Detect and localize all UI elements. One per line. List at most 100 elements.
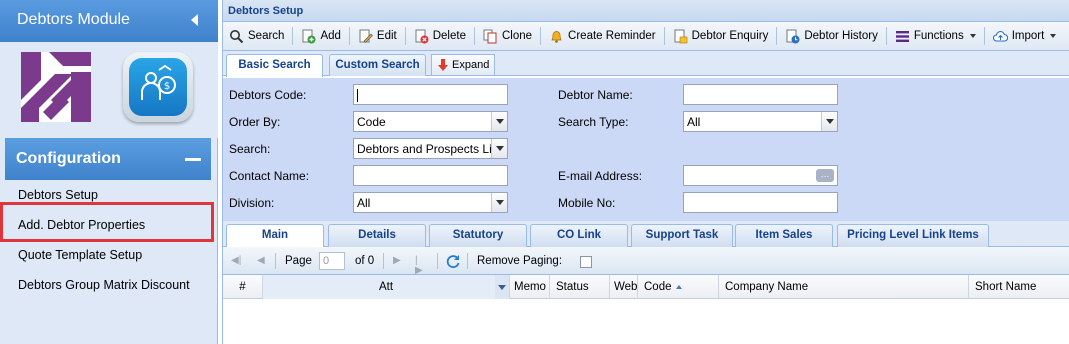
mobile-no-label: Mobile No: <box>558 196 616 210</box>
configuration-section-header[interactable]: Configuration <box>5 138 211 180</box>
contact-name-label: Contact Name: <box>229 169 310 183</box>
page-number-input[interactable]: 0 <box>319 252 345 270</box>
tab-statutory[interactable]: Statutory <box>429 224 527 247</box>
import-menu-button[interactable]: Import <box>989 25 1061 47</box>
cloud-upload-icon <box>992 30 1008 42</box>
division-select[interactable]: All <box>353 192 508 213</box>
chevron-down-icon[interactable] <box>821 112 837 131</box>
last-page-icon[interactable]: |▶ <box>415 256 425 276</box>
company-logo <box>21 52 91 122</box>
tab-basic-search[interactable]: Basic Search <box>226 54 323 77</box>
column-header-att[interactable]: Att <box>263 275 510 299</box>
paging-toolbar: ◀| ◀ Page 0 of 0 ▶ |▶ Remove Paging: <box>223 247 1069 276</box>
search-select[interactable]: Debtors and Prospects Li <box>353 138 508 159</box>
delete-icon <box>415 29 429 43</box>
remove-paging-checkbox[interactable] <box>580 256 592 268</box>
tab-item-sales[interactable]: Item Sales <box>735 224 833 247</box>
remove-paging-label: Remove Paging: <box>477 255 563 267</box>
svg-text:$: $ <box>164 81 170 92</box>
clone-button[interactable]: Clone <box>479 25 536 47</box>
chevron-down-icon <box>969 34 976 38</box>
column-header-memo[interactable]: Memo <box>510 275 550 299</box>
panel-title: Debtors Setup <box>223 0 1069 22</box>
column-header-short-name[interactable]: Short Name <box>969 275 1069 299</box>
bell-icon <box>551 30 562 43</box>
page-count-label: of 0 <box>355 255 375 267</box>
chevron-down-icon[interactable] <box>495 275 509 299</box>
email-address-input[interactable]: … <box>683 165 838 186</box>
create-reminder-button[interactable]: Create Reminder <box>545 25 660 47</box>
column-header-webs[interactable]: Webs <box>610 275 638 299</box>
debtors-setup-panel: Debtors Setup Search Add Edit Delete Clo… <box>222 0 1069 344</box>
logo-area: $ <box>0 42 218 138</box>
debtor-history-button[interactable]: Debtor History <box>781 25 882 47</box>
search-label: Search: <box>229 142 271 156</box>
functions-menu-button[interactable]: Functions <box>891 25 980 47</box>
sort-ascending-icon <box>675 284 682 289</box>
arrow-down-icon <box>438 59 448 71</box>
debtor-name-label: Debtor Name: <box>558 88 633 102</box>
history-icon <box>786 29 800 43</box>
debtors-code-input[interactable] <box>353 84 508 105</box>
menu-item-debtors-group-matrix-discount[interactable]: Debtors Group Matrix Discount <box>5 270 211 300</box>
tab-pricing-level-link-items[interactable]: Pricing Level Link Items <box>837 224 989 247</box>
search-icon <box>230 29 244 43</box>
email-address-label: E-mail Address: <box>558 169 643 183</box>
column-header-status[interactable]: Status <box>550 275 610 299</box>
detail-tab-strip: Main Details Statutory CO Link Support T… <box>223 221 1069 247</box>
toolbar: Search Add Edit Delete Clone Create Remi… <box>223 22 1069 51</box>
menu-item-debtors-setup[interactable]: Debtors Setup <box>5 180 211 210</box>
add-icon <box>302 29 316 43</box>
contact-name-input[interactable] <box>353 165 508 186</box>
tab-support-task[interactable]: Support Task <box>631 224 733 247</box>
search-tab-strip: Basic Search Custom Search Expand <box>223 51 1069 77</box>
tab-main[interactable]: Main <box>226 224 324 247</box>
clone-icon <box>483 29 497 43</box>
mobile-no-input[interactable] <box>683 192 838 213</box>
ellipsis-button[interactable]: … <box>816 169 834 182</box>
chevron-down-icon[interactable] <box>491 139 507 158</box>
configuration-menu: Debtors Setup Add. Debtor Properties Quo… <box>5 180 211 300</box>
grid-body <box>223 299 1069 344</box>
next-page-icon[interactable]: ▶ <box>393 256 403 266</box>
configuration-title: Configuration <box>16 150 121 167</box>
collapse-left-icon[interactable] <box>191 14 198 26</box>
chevron-down-icon[interactable] <box>491 193 507 212</box>
enquiry-icon <box>674 29 687 43</box>
debtor-name-input[interactable] <box>683 84 838 105</box>
delete-button[interactable]: Delete <box>410 25 470 47</box>
column-header-code[interactable]: Code <box>638 275 719 299</box>
page-label: Page <box>285 255 312 267</box>
previous-page-icon[interactable]: ◀ <box>257 256 267 266</box>
tab-details[interactable]: Details <box>328 224 426 247</box>
add-button[interactable]: Add <box>297 25 344 47</box>
search-type-label: Search Type: <box>558 115 629 129</box>
menu-item-quote-template-setup[interactable]: Quote Template Setup <box>5 240 211 270</box>
collapse-minus-icon[interactable] <box>185 158 201 161</box>
edit-button[interactable]: Edit <box>354 25 401 47</box>
first-page-icon[interactable]: ◀| <box>231 256 241 266</box>
debtors-app-icon: $ <box>123 52 193 122</box>
edit-icon <box>359 29 373 43</box>
search-button[interactable]: Search <box>225 25 288 47</box>
chevron-down-icon[interactable] <box>491 112 507 131</box>
order-by-label: Order By: <box>229 115 281 129</box>
refresh-icon[interactable] <box>445 253 461 269</box>
chevron-down-icon <box>1050 34 1057 38</box>
tab-co-link[interactable]: CO Link <box>530 224 628 247</box>
module-title: Debtors Module <box>17 11 130 28</box>
tab-custom-search[interactable]: Custom Search <box>329 54 426 76</box>
expand-button[interactable]: Expand <box>431 54 495 76</box>
left-navigation-panel: Debtors Module $ Configuration Debtors S… <box>0 0 218 344</box>
basic-search-form: Debtors Code: Debtor Name: Order By: Cod… <box>223 78 1069 221</box>
search-type-select[interactable]: All <box>683 111 838 132</box>
menu-item-add-debtor-properties[interactable]: Add. Debtor Properties <box>5 210 211 240</box>
division-label: Division: <box>229 196 275 210</box>
column-header-company-name[interactable]: Company Name <box>719 275 969 299</box>
column-header-number[interactable]: # <box>223 275 263 299</box>
module-header: Debtors Module <box>0 0 218 42</box>
list-icon <box>895 30 909 42</box>
order-by-select[interactable]: Code <box>353 111 508 132</box>
debtors-code-label: Debtors Code: <box>229 88 307 102</box>
debtor-enquiry-button[interactable]: Debtor Enquiry <box>669 25 773 47</box>
